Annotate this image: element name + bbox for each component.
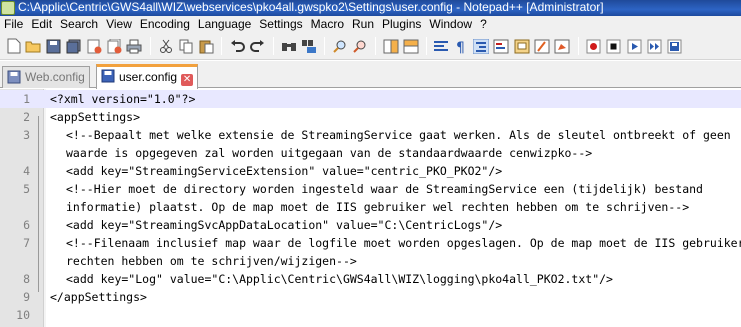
menu-search[interactable]: Search [56,16,102,33]
run-macro-multiple-icon[interactable] [645,37,663,55]
playback-macro-icon[interactable] [625,37,643,55]
menu-encoding[interactable]: Encoding [136,16,194,33]
code-line[interactable]: 7 <!--Filenaam inclusief map waar de logf… [0,234,741,252]
tab-web-config[interactable]: Web.config [2,66,90,88]
window-title: C:\Applic\Centric\GWS4all\WIZ\webservice… [18,0,604,14]
stop-recording-icon[interactable] [604,37,622,55]
svg-text:¶: ¶ [456,40,465,54]
close-tab-icon[interactable]: ✕ [181,74,194,86]
close-file-icon[interactable] [85,37,103,55]
open-file-icon[interactable] [24,37,42,55]
code-text[interactable]: rechten hebben om te schrijven/wijzigen-… [66,252,357,270]
saved-file-icon [101,69,115,83]
menu-plugins[interactable]: Plugins [378,16,425,33]
word-wrap-icon[interactable] [432,37,450,55]
line-number: 1 [23,92,30,106]
code-text[interactable]: <add key="StreamingSvcAppDataLocation" v… [66,216,502,234]
replace-icon[interactable] [300,37,318,55]
line-number: 5 [23,182,30,196]
indent-guide-icon[interactable] [472,37,490,55]
notepad-plus-plus-icon [1,1,15,15]
title-bar: C:\Applic\Centric\GWS4all\WIZ\webservice… [0,0,741,16]
code-text[interactable]: <appSettings> [50,108,140,126]
tab-bar: Web.config user.config ✕ [0,61,741,89]
tab-user-config[interactable]: user.config ✕ [96,64,199,89]
zoom-out-icon[interactable] [351,37,369,55]
record-macro-icon[interactable] [584,37,602,55]
code-line[interactable]: 3 <!--Bepaalt met welke extensie de Strea… [0,126,741,144]
menu-edit[interactable]: Edit [27,16,56,33]
close-all-icon[interactable] [105,37,123,55]
redo-icon[interactable] [248,37,266,55]
menu-settings[interactable]: Settings [255,16,306,33]
tab-label: user.config [119,70,178,84]
code-line[interactable]: 4 <add key="StreamingServiceExtension" va… [0,162,741,180]
code-text[interactable]: <!--Hier moet de directory worden ingest… [66,180,703,198]
code-text[interactable]: <add key="Log" value="C:\Applic\Centric\… [66,270,613,288]
line-number: 6 [23,218,30,232]
code-line[interactable]: rechten hebben om te schrijven/wijzigen-… [0,252,741,270]
line-number: 7 [23,236,30,250]
cut-icon[interactable] [157,37,175,55]
code-line[interactable]: 6 <add key="StreamingSvcAppDataLocation" … [0,216,741,234]
line-number: 9 [23,290,30,304]
undo-icon[interactable] [228,37,246,55]
menu-run[interactable]: Run [348,16,378,33]
line-number: 2 [23,110,30,124]
code-text[interactable]: <!--Filenaam inclusief map waar de logfi… [66,234,741,252]
zoom-in-icon[interactable] [331,37,349,55]
sync-horizontal-icon[interactable] [402,37,420,55]
menu-view[interactable]: View [102,16,136,33]
sync-vertical-icon[interactable] [382,37,400,55]
toolbar: ¶ [0,33,741,60]
code-line[interactable]: 2 <appSettings> [0,108,741,126]
code-text[interactable]: waarde is opgegeven zal worden uitgegaan… [66,144,592,162]
copy-icon[interactable] [177,37,195,55]
code-line[interactable]: 5 <!--Hier moet de directory worden inges… [0,180,741,198]
line-number: 8 [23,272,30,286]
code-line[interactable]: 1 <?xml version="1.0"?> [0,90,741,108]
paste-icon[interactable] [197,37,215,55]
menu-help[interactable]: ? [476,16,491,33]
code-line[interactable]: 10 [0,306,741,324]
code-line[interactable]: waarde is opgegeven zal worden uitgegaan… [0,144,741,162]
menu-bar: File Edit Search View Encoding Language Settin… [0,16,741,33]
code-text[interactable]: </appSettings> [50,288,147,306]
menu-language[interactable]: Language [194,16,255,33]
code-text[interactable]: <add key="StreamingServiceExtension" val… [66,162,502,180]
folder-as-workspace-icon[interactable] [553,37,571,55]
code-line[interactable]: informatie) plaatst. Op de map moet de I… [0,198,741,216]
line-number: 10 [16,308,30,322]
menu-file[interactable]: File [0,16,27,33]
editor[interactable]: 1 <?xml version="1.0"?> 2 <appSettings> 3 <!-… [0,89,741,327]
menu-window[interactable]: Window [425,16,476,33]
find-icon[interactable] [280,37,298,55]
code-text[interactable]: informatie) plaatst. Op de map moet de I… [66,198,689,216]
menu-macro[interactable]: Macro [307,16,348,33]
save-icon[interactable] [44,37,62,55]
line-number: 3 [23,128,30,142]
document-map-icon[interactable] [513,37,531,55]
code-text[interactable]: <?xml version="1.0"?> [50,90,195,108]
show-all-characters-icon[interactable]: ¶ [452,37,470,55]
saved-file-icon [7,70,21,84]
function-list-icon[interactable] [533,37,551,55]
new-file-icon[interactable] [5,37,23,55]
user-defined-language-icon[interactable] [492,37,510,55]
code-line[interactable]: 9 </appSettings> [0,288,741,306]
line-number: 4 [23,164,30,178]
save-all-icon[interactable] [64,37,82,55]
tab-label: Web.config [25,70,85,84]
code-text[interactable]: <!--Bepaalt met welke extensie de Stream… [66,126,731,144]
print-icon[interactable] [125,37,143,55]
code-line[interactable]: 8 <add key="Log" value="C:\Applic\Centric… [0,270,741,288]
save-macro-icon[interactable] [665,37,683,55]
